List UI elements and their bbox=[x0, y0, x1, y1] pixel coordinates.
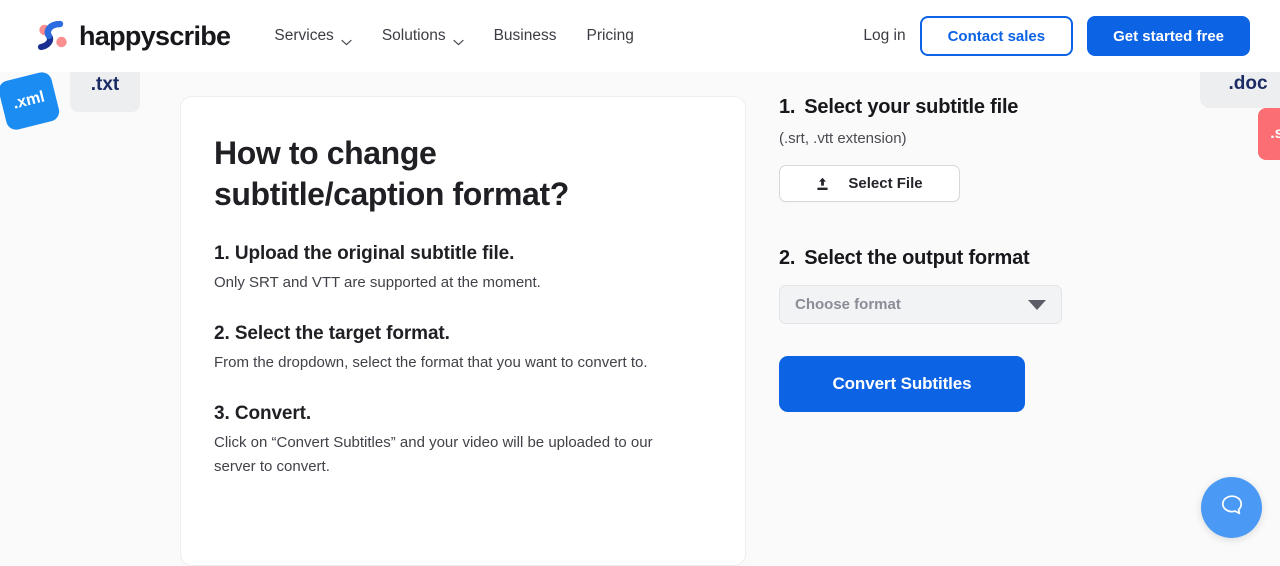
how-to-step-3: 3. Convert. Click on “Convert Subtitles”… bbox=[214, 403, 711, 479]
converter-step-1: 1. Select your subtitle file (.srt, .vtt … bbox=[779, 96, 1199, 202]
decor-tile-srt: .sr bbox=[1258, 108, 1280, 160]
converter-step-2: 2. Select the output format Choose format bbox=[779, 247, 1199, 324]
nav-item-solutions[interactable]: Solutions bbox=[382, 27, 464, 45]
converter-step-1-hint: (.srt, .vtt extension) bbox=[779, 130, 907, 147]
select-file-button-label: Select File bbox=[848, 175, 923, 192]
converter-step-2-title: Select the output format bbox=[804, 247, 1030, 269]
nav-item-pricing-label: Pricing bbox=[586, 27, 634, 44]
decor-tile-xml-label: .xml bbox=[11, 88, 47, 113]
converter-step-2-heading: 2. Select the output format bbox=[779, 247, 1199, 270]
how-to-card: How to change subtitle/caption format? 1… bbox=[180, 96, 746, 566]
help-chat-button[interactable] bbox=[1201, 477, 1262, 538]
how-to-step-2: 2. Select the target format. From the dr… bbox=[214, 323, 711, 375]
how-to-step-1: 1. Upload the original subtitle file. On… bbox=[214, 243, 711, 295]
how-to-step-2-heading: 2. Select the target format. bbox=[214, 323, 450, 344]
get-started-free-button[interactable]: Get started free bbox=[1087, 16, 1250, 56]
converter-step-1-title: Select your subtitle file bbox=[804, 96, 1019, 118]
header-actions: Log in Contact sales Get started free bbox=[863, 16, 1250, 56]
upload-icon bbox=[816, 177, 829, 191]
convert-subtitles-button[interactable]: Convert Subtitles bbox=[779, 356, 1025, 412]
nav-item-solutions-label: Solutions bbox=[381, 27, 446, 44]
decor-tile-doc-label: .doc bbox=[1228, 73, 1268, 94]
how-to-step-2-text: From the dropdown, select the format tha… bbox=[214, 354, 648, 371]
chat-bubble-icon bbox=[1218, 491, 1246, 524]
output-format-select-value: Choose format bbox=[795, 296, 901, 313]
nav-item-business[interactable]: Business bbox=[494, 27, 557, 45]
select-file-button[interactable]: Select File bbox=[779, 165, 960, 202]
nav-item-business-label: Business bbox=[493, 27, 557, 44]
how-to-card-body: How to change subtitle/caption format? 1… bbox=[181, 97, 745, 479]
nav-item-pricing[interactable]: Pricing bbox=[586, 27, 633, 45]
login-link[interactable]: Log in bbox=[863, 27, 905, 45]
caret-down-icon bbox=[1028, 299, 1046, 310]
chevron-down-icon bbox=[341, 33, 352, 45]
how-to-step-3-text: Click on “Convert Subtitles” and your vi… bbox=[214, 434, 653, 475]
decor-tile-srt-label: .sr bbox=[1270, 125, 1280, 142]
nav-item-services[interactable]: Services bbox=[274, 27, 352, 45]
contact-sales-button[interactable]: Contact sales bbox=[919, 16, 1074, 56]
brand-home-link[interactable]: happyscribe bbox=[36, 19, 231, 53]
converter-panel: 1. Select your subtitle file (.srt, .vtt … bbox=[779, 96, 1199, 412]
page-title: How to change subtitle/caption format? bbox=[214, 135, 569, 212]
decor-tile-xml: .xml bbox=[0, 70, 62, 132]
how-to-step-3-heading: 3. Convert. bbox=[214, 403, 312, 424]
happyscribe-logo-icon bbox=[36, 19, 70, 53]
how-to-step-1-heading: 1. Upload the original subtitle file. bbox=[214, 243, 515, 264]
site-header: happyscribe Services Solutions Business … bbox=[0, 0, 1280, 72]
converter-step-1-heading: 1. Select your subtitle file bbox=[779, 96, 1199, 119]
how-to-step-1-text: Only SRT and VTT are supported at the mo… bbox=[214, 274, 541, 291]
main-nav: Services Solutions Business Pricing bbox=[274, 27, 634, 45]
nav-item-services-label: Services bbox=[274, 27, 334, 44]
brand-name: happyscribe bbox=[79, 20, 231, 51]
decor-tile-txt-label: .txt bbox=[90, 74, 120, 95]
converter-step-2-number: 2. bbox=[779, 247, 796, 269]
chevron-down-icon bbox=[452, 33, 464, 45]
converter-step-1-number: 1. bbox=[779, 96, 796, 118]
output-format-select[interactable]: Choose format bbox=[779, 285, 1062, 324]
